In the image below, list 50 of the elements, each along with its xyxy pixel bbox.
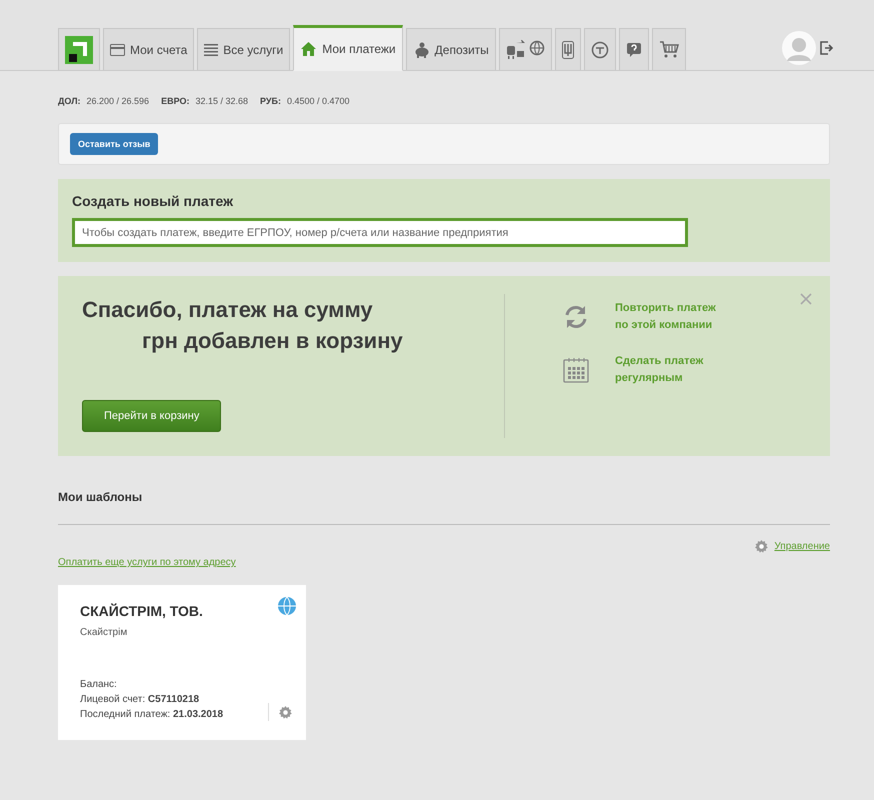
tab-label: Депозиты [434, 42, 489, 56]
card-detail: Последний платеж: 21.03.2018 [80, 708, 224, 722]
tab-label: Мои счета [130, 42, 188, 56]
section-title: Мои шаблоны [58, 456, 830, 525]
cart-icon [658, 40, 679, 58]
icon-tab[interactable] [554, 28, 581, 70]
globe-icon [278, 597, 296, 615]
help-icon [626, 42, 642, 58]
icon-tab[interactable] [652, 28, 686, 70]
settings-icon [279, 706, 292, 718]
train-plane-icon [506, 40, 526, 60]
nav-tab[interactable]: Мои счета [103, 28, 194, 70]
notice-message: Спасибо, платеж на сумму [82, 296, 374, 324]
globe-icon [528, 40, 545, 56]
card-detail: Баланс: [80, 678, 117, 692]
icon-tab[interactable] [618, 28, 649, 70]
icon-tab[interactable] [584, 28, 616, 70]
logout-icon [820, 41, 834, 55]
template-card[interactable]: СКАЙСТРІМ, ТОВ. Скайстрім Баланс: Лицевой счет: C57110218 Последний платеж: 21.03.2018 [58, 585, 306, 740]
nav-tab[interactable]: Депозиты [406, 28, 496, 70]
logo-icon [65, 36, 93, 64]
icon-tab[interactable] [498, 28, 552, 70]
exchange-rate: РУБ: 0.4500 / 0.4700 [260, 96, 350, 106]
company-subtitle: Скайстрім [80, 627, 128, 638]
exchange-rate: ЕВРО: 32.15 / 32.68 [161, 96, 248, 106]
card-detail: Лицевой счет: C57110218 [80, 693, 200, 707]
section-title: Создать новый платеж [72, 193, 234, 209]
cart-button[interactable]: Перейти в корзину [82, 400, 222, 432]
refresh-icon [563, 304, 589, 330]
manage-link[interactable]: Управление [755, 540, 830, 553]
action-link[interactable]: Повторить платеж по этой компании [563, 300, 716, 334]
notice-message: грн добавлен в корзину [141, 327, 404, 355]
tab-label: Мои платежи [322, 42, 396, 56]
gear-icon [755, 540, 768, 553]
trident-icon [562, 40, 574, 58]
list-icon [204, 44, 218, 56]
action-link[interactable]: Сделать платеж регулярным [563, 353, 716, 387]
tab-label: Все услуги [223, 42, 284, 56]
calendar-icon [563, 357, 589, 383]
nav-tab[interactable]: Мои платежи [293, 25, 403, 71]
exchange-rate: ДОЛ: 26.200 / 26.596 [58, 96, 150, 106]
feedback-button[interactable]: Оставить отзыв [70, 133, 158, 155]
pay-more-link[interactable]: Оплатить еще услуги по этому адресу [58, 557, 236, 568]
card-icon [110, 44, 125, 56]
avatar-icon [782, 31, 816, 65]
home-tab[interactable] [58, 28, 100, 70]
house-icon [300, 41, 318, 57]
company-name: СКАЙСТРІМ, ТОВ. [80, 603, 203, 619]
search-field[interactable]: Чтобы создать платеж, введите ЕГРПОУ, номер р/счета или название предприятия [72, 218, 688, 247]
nav-tab[interactable]: Все услуги [197, 28, 290, 70]
